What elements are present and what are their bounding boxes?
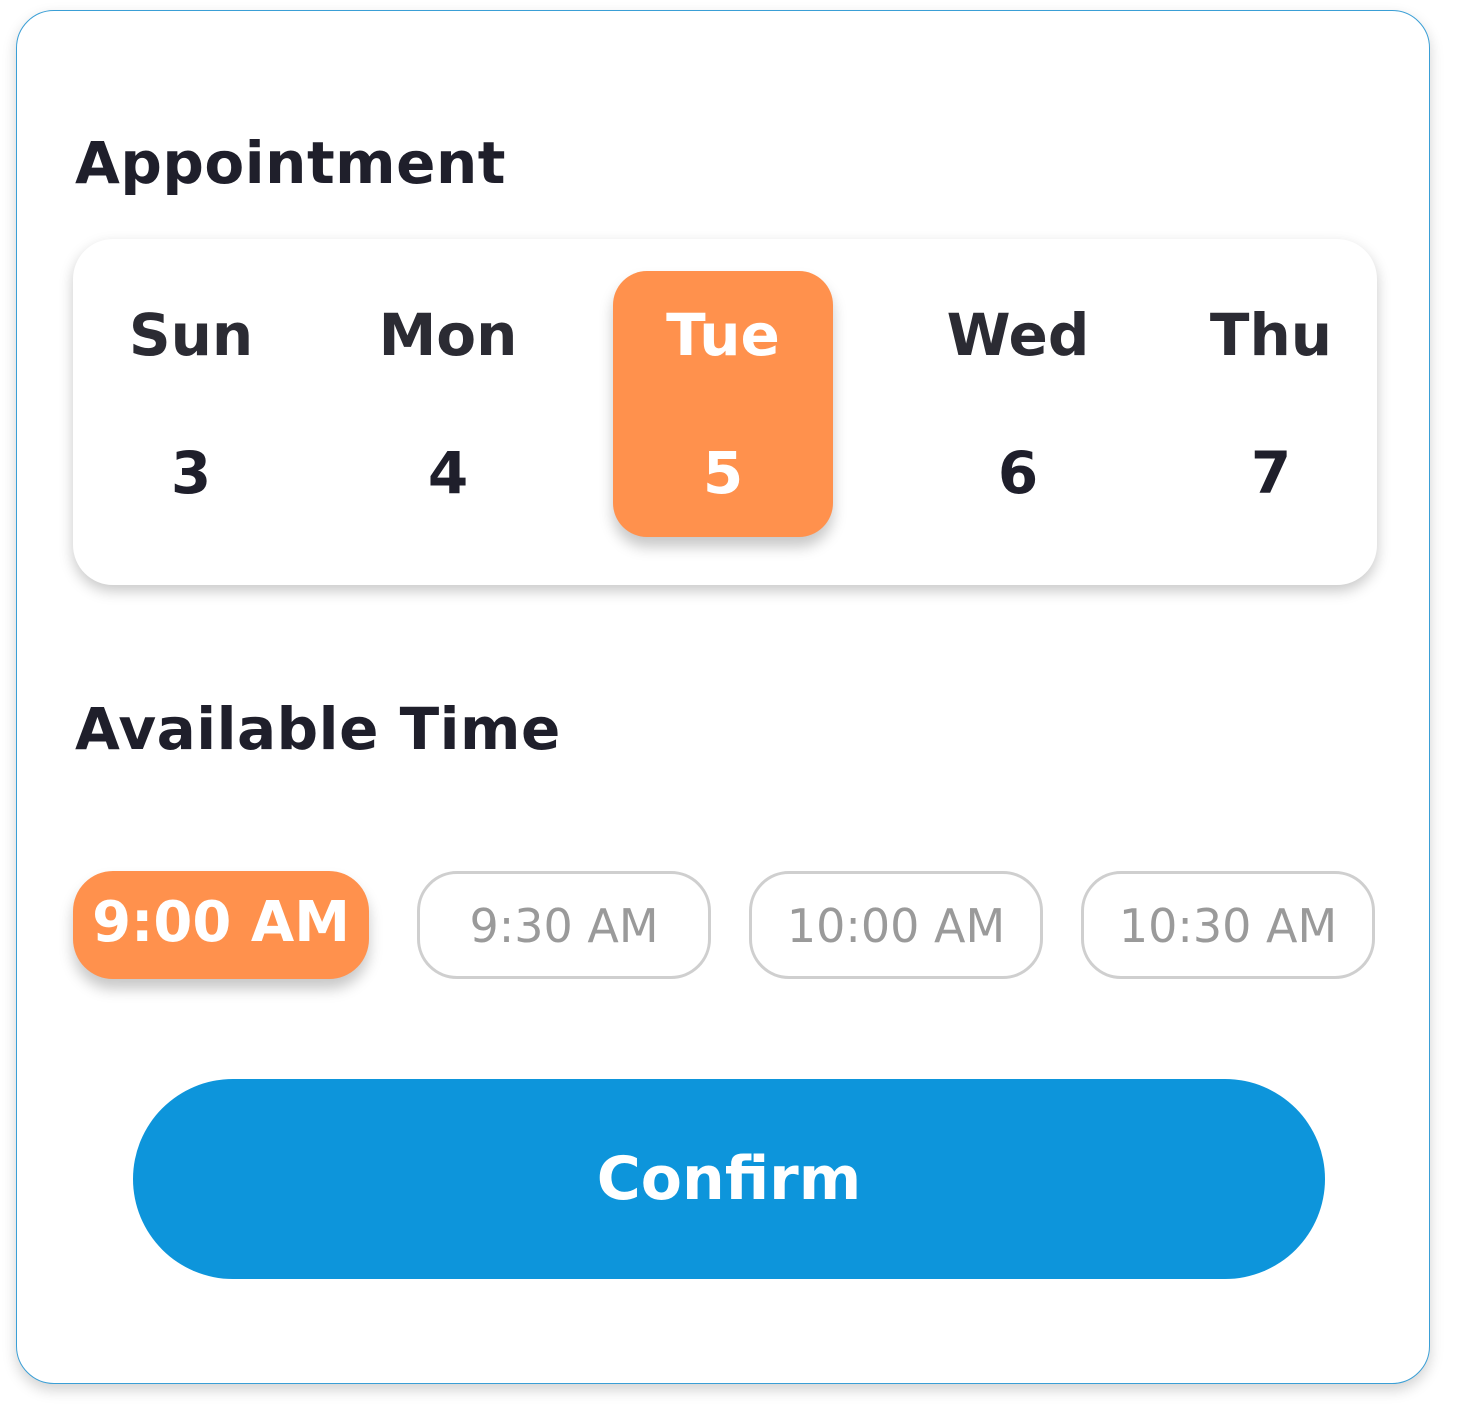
day-name: Sun	[128, 301, 254, 369]
time-slot-1030[interactable]: 10:30 AM	[1081, 871, 1375, 979]
day-mon[interactable]: Mon 4	[338, 271, 558, 537]
appointment-title: Appointment	[75, 129, 506, 197]
day-thu[interactable]: Thu 7	[1161, 271, 1381, 537]
date-picker: Sun 3 Mon 4 Tue 5 Wed 6 Thu 7	[73, 239, 1377, 585]
day-name: Mon	[378, 301, 518, 369]
time-slot-1000[interactable]: 10:00 AM	[749, 871, 1043, 979]
day-wed[interactable]: Wed 6	[908, 271, 1128, 537]
day-name: Tue	[666, 301, 780, 369]
day-date: 4	[427, 439, 469, 507]
confirm-button[interactable]: Confirm	[133, 1079, 1325, 1279]
day-name: Wed	[946, 301, 1090, 369]
day-date: 5	[702, 439, 744, 507]
day-date: 7	[1250, 439, 1292, 507]
time-slot-900[interactable]: 9:00 AM	[73, 871, 369, 979]
day-tue[interactable]: Tue 5	[613, 271, 833, 537]
time-slot-930[interactable]: 9:30 AM	[417, 871, 711, 979]
day-sun[interactable]: Sun 3	[81, 271, 301, 537]
day-date: 3	[170, 439, 212, 507]
appointment-card: Appointment Sun 3 Mon 4 Tue 5 Wed 6 Thu …	[16, 10, 1430, 1384]
available-time-title: Available Time	[75, 695, 561, 763]
day-name: Thu	[1209, 301, 1333, 369]
day-date: 6	[997, 439, 1039, 507]
